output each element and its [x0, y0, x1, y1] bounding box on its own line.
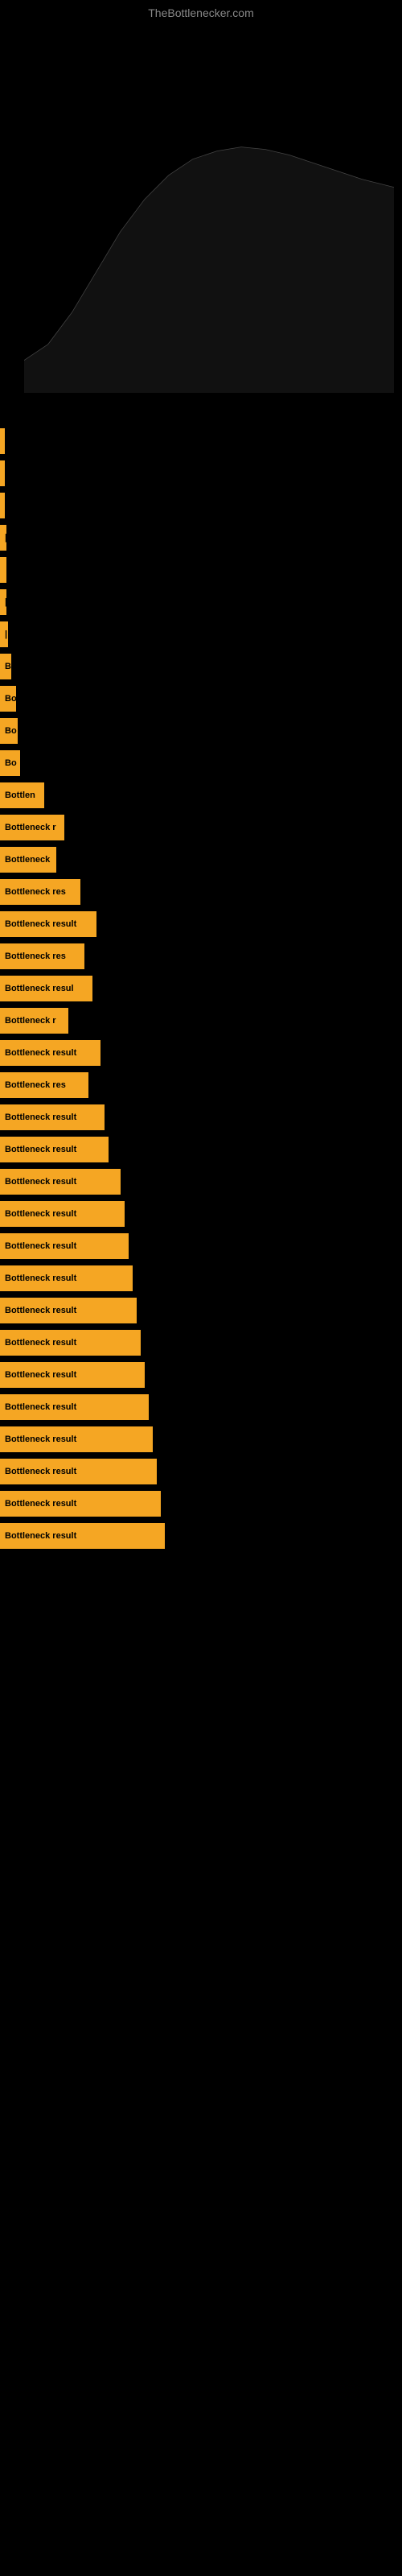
results-container: | | | B Bo Bo Bo Bottlen Bottleneck r Bottleneck B…	[0, 425, 402, 1552]
result-row: Bottleneck result	[0, 1359, 402, 1391]
result-bar: Bo	[0, 718, 18, 744]
result-bar: Bottleneck result	[0, 1298, 137, 1323]
result-bar: Bottleneck result	[0, 911, 96, 937]
result-row: Bo	[0, 715, 402, 747]
chart-area	[0, 23, 402, 425]
result-row: Bottleneck res	[0, 940, 402, 972]
result-bar	[0, 460, 5, 486]
result-bar: Bottlen	[0, 782, 44, 808]
result-row: Bo	[0, 683, 402, 715]
result-bar	[0, 428, 5, 454]
result-bar: Bottleneck result	[0, 1394, 149, 1420]
result-row: Bottleneck resul	[0, 972, 402, 1005]
result-row: |	[0, 522, 402, 554]
result-row: |	[0, 618, 402, 650]
result-row: Bottleneck result	[0, 1262, 402, 1294]
result-row: Bottleneck res	[0, 876, 402, 908]
result-bar: |	[0, 589, 6, 615]
result-row: Bottleneck result	[0, 1166, 402, 1198]
result-bar: Bottleneck result	[0, 1265, 133, 1291]
result-bar: Bottleneck res	[0, 879, 80, 905]
result-bar: Bottleneck resul	[0, 976, 92, 1001]
result-bar: Bo	[0, 750, 20, 776]
result-row: Bottleneck result	[0, 1133, 402, 1166]
result-row: Bottlen	[0, 779, 402, 811]
result-bar: Bottleneck result	[0, 1426, 153, 1452]
result-bar: Bottleneck result	[0, 1201, 125, 1227]
result-bar: Bottleneck res	[0, 943, 84, 969]
result-row: Bottleneck result	[0, 1327, 402, 1359]
result-bar: Bottleneck result	[0, 1330, 141, 1356]
result-row: Bottleneck result	[0, 1294, 402, 1327]
result-row: |	[0, 586, 402, 618]
result-bar: |	[0, 525, 6, 551]
result-row: Bottleneck result	[0, 1488, 402, 1520]
result-row: Bottleneck r	[0, 1005, 402, 1037]
result-row: Bottleneck result	[0, 1230, 402, 1262]
result-bar: Bottleneck result	[0, 1459, 157, 1484]
result-bar: Bottleneck res	[0, 1072, 88, 1098]
result-row: B	[0, 650, 402, 683]
result-bar: Bottleneck result	[0, 1104, 105, 1130]
result-bar: Bottleneck result	[0, 1523, 165, 1549]
result-row	[0, 489, 402, 522]
result-bar: Bottleneck	[0, 847, 56, 873]
result-row: Bottleneck result	[0, 1423, 402, 1455]
result-row	[0, 425, 402, 457]
result-row	[0, 457, 402, 489]
result-row: Bottleneck result	[0, 1037, 402, 1069]
result-bar: Bottleneck result	[0, 1040, 100, 1066]
result-row: Bottleneck result	[0, 1455, 402, 1488]
result-row: Bottleneck res	[0, 1069, 402, 1101]
result-row: Bottleneck result	[0, 1391, 402, 1423]
result-bar: Bottleneck r	[0, 1008, 68, 1034]
result-bar: Bottleneck result	[0, 1169, 121, 1195]
result-row: Bottleneck	[0, 844, 402, 876]
site-title: TheBottlenecker.com	[0, 0, 402, 23]
result-bar: B	[0, 654, 11, 679]
result-bar	[0, 493, 5, 518]
result-bar: Bottleneck result	[0, 1362, 145, 1388]
result-row: Bottleneck result	[0, 1101, 402, 1133]
result-row: Bottleneck result	[0, 908, 402, 940]
result-bar: Bo	[0, 686, 16, 712]
result-bar: Bottleneck r	[0, 815, 64, 840]
result-row: Bottleneck result	[0, 1520, 402, 1552]
result-row: Bottleneck result	[0, 1198, 402, 1230]
result-bar	[0, 557, 6, 583]
result-bar: Bottleneck result	[0, 1491, 161, 1517]
result-row: Bottleneck r	[0, 811, 402, 844]
result-row	[0, 554, 402, 586]
result-bar: |	[0, 621, 8, 647]
result-row: Bo	[0, 747, 402, 779]
result-bar: Bottleneck result	[0, 1233, 129, 1259]
result-bar: Bottleneck result	[0, 1137, 109, 1162]
